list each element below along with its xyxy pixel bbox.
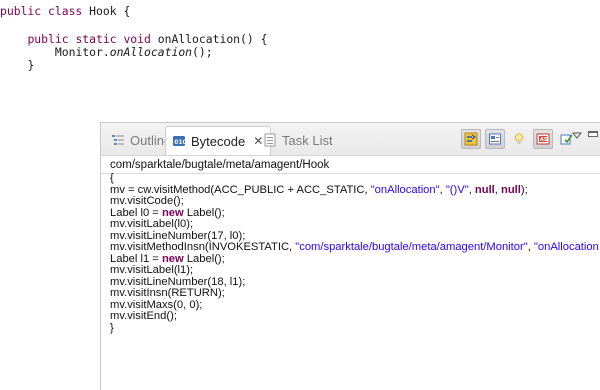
outline-icon [111,133,125,147]
code-text: (); [192,45,213,59]
code-line-class-decl: public class Hook { [0,4,130,19]
bytecode-text: ); [520,183,528,196]
bytecode-text: mv.visitCode(); [110,195,184,207]
link-with-editor-button[interactable] [461,129,481,149]
tab-label: Bytecode [191,133,246,149]
svg-text:010: 010 [174,139,186,146]
tab-bytecode[interactable]: 010 Bytecode ✕ [165,126,272,155]
bytecode-text: Label(); [183,206,225,219]
view-toolbar: AS [461,128,581,150]
keyword: public static void [27,32,158,46]
bytecode-keyword: new [161,252,184,265]
bytecode-text: mv.visitLineNumber(17, l0); [110,229,246,242]
link-with-editor-icon [464,132,478,146]
bytecode-text: mv.visitLineNumber(18, l1); [110,275,246,288]
bytecode-text: } [110,321,114,334]
bytecode-string: "com/sparktale/bugtale/meta/amagent/Moni… [295,241,528,253]
code-line-close-brace: } [0,58,34,73]
tasklist-icon [263,133,277,147]
bytecode-keyword: new [161,206,184,219]
bytecode-string: "onAllocation" [370,183,440,196]
bytecode-keyword: null [501,183,521,196]
bytecode-text: mv.visitMethodInsn(INVOKESTATIC, [110,241,296,253]
bytecode-text: mv.visitLabel(l0); [110,218,194,230]
code-text: Monitor. [54,45,110,59]
code-text: } [27,58,35,72]
bytecode-icon: 010 [172,134,187,148]
bytecode-text: mv = cw.visitMethod(ACC_PUBLIC + ACC_STA… [110,183,371,196]
bytecode-text: Label(); [183,252,225,265]
java-editor[interactable]: public class Hook { public static void o… [0,0,600,112]
static-method-call: onAllocation [109,45,193,59]
show-raw-bytecode-icon [489,133,501,145]
bytecode-line: mv.visitEnd(); [110,310,599,323]
code-text: onAllocation() { [157,32,268,46]
bytecode-line: mv.visitMaxs(0, 0); [110,298,599,312]
asmifier-icon: AS [536,133,550,145]
hint-button[interactable] [509,129,529,149]
hint-icon [514,133,524,144]
bytecode-line: } [110,321,599,335]
bytecode-text: Label l0 = [110,206,162,219]
bytecode-keyword: null [474,183,495,196]
view-tab-bar: Outline 010 Bytecode ✕ Task List AS [101,123,600,156]
bytecode-text: mv.visitMaxs(0, 0); [110,298,203,311]
show-raw-bytecode-button[interactable] [485,129,505,149]
class-name-header: com/sparktale/bugtale/meta/amagent/Hook [101,156,600,174]
bytecode-text: Label l1 = [110,252,162,265]
bytecode-string: "onAllocation" [533,241,599,253]
bytecode-text-area[interactable]: {mv = cw.visitMethod(ACC_PUBLIC + ACC_ST… [110,173,599,389]
bytecode-text: mv.visitEnd(); [110,310,177,322]
code-text: Hook { [89,4,131,18]
bytecode-view-panel: Outline 010 Bytecode ✕ Task List AS com/… [100,122,600,390]
chevron-down-icon [571,132,583,139]
bytecode-string: "()V" [445,183,469,196]
view-menu-button[interactable] [571,127,583,139]
keyword: public class [0,4,90,18]
bytecode-text: { [110,173,114,184]
tab-label: Task List [282,132,333,148]
close-icon[interactable]: ✕ [253,135,263,147]
tab-outline[interactable]: Outline [111,128,171,152]
bytecode-text: mv.visitInsn(RETURN); [110,287,225,299]
minimize-button[interactable] [588,131,598,137]
asmifier-button[interactable]: AS [533,129,553,149]
tab-task-list[interactable]: Task List [263,128,333,152]
svg-text:AS: AS [540,137,548,143]
bytecode-text: mv.visitLabel(l1); [110,264,194,276]
